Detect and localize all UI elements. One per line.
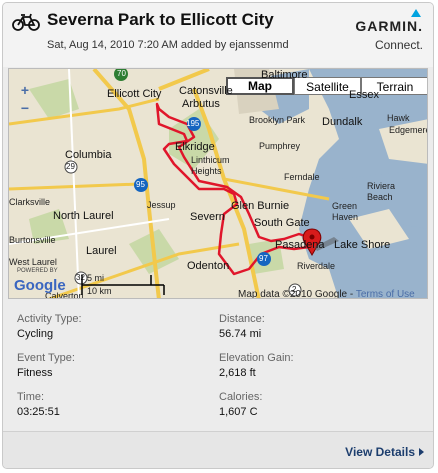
route-shield-95: 95	[136, 180, 145, 189]
powered-by-label: POWERED BY	[17, 268, 58, 274]
map-label: Edgemere	[389, 125, 428, 135]
route-map[interactable]: + − Map Satellite Terrain Ellicott City …	[8, 68, 428, 299]
activity-card: Severna Park to Ellicott City Sat, Aug 1…	[2, 2, 434, 469]
map-label: Dundalk	[322, 116, 363, 128]
scale-miles: 5 mi	[87, 273, 105, 283]
map-label: Odenton	[187, 260, 230, 272]
zoom-out-button[interactable]: −	[17, 101, 33, 117]
map-label: Laurel	[86, 245, 117, 257]
event-type-label: Event Type:	[17, 352, 75, 364]
map-label: Baltimore	[261, 69, 308, 81]
map-label: Severn	[190, 211, 225, 223]
map-label: Pasadena	[275, 239, 325, 251]
route-shield-195: 195	[186, 119, 200, 128]
map-label: Elkridge	[175, 141, 215, 153]
map-copyright: Map data ©2010 Google - Terms of Use	[238, 289, 415, 299]
map-label: Burtonsville	[9, 235, 56, 245]
copyright-text: Map data ©2010 Google -	[238, 289, 356, 299]
route-shield-70: 70	[117, 69, 126, 78]
map-label: Hawk	[387, 113, 410, 123]
map-scale: 5 mi 10 km	[81, 273, 165, 297]
calories-label: Calories:	[219, 391, 263, 403]
garmin-logo-triangle	[411, 9, 421, 17]
card-footer: View Details	[3, 431, 433, 468]
chevron-right-icon[interactable]	[419, 448, 424, 456]
distance-value: 56.74 mi	[219, 328, 262, 340]
route-shield-29: 29	[66, 162, 75, 171]
map-label: Clarksville	[9, 197, 51, 207]
map-label: South Gate	[254, 217, 310, 229]
view-details-link[interactable]: View Details	[345, 445, 415, 459]
map-label: Pumphrey	[259, 141, 301, 151]
activity-type-label: Activity Type:	[17, 313, 82, 325]
elevation-gain-value: 2,618 ft	[219, 367, 256, 379]
scale-km: 10 km	[87, 286, 112, 296]
time-label: Time:	[17, 391, 45, 403]
map-label: Lake Shore	[334, 239, 391, 251]
map-label: Riverdale	[297, 261, 336, 271]
zoom-in-button[interactable]: +	[17, 83, 33, 99]
map-label: Green Haven	[332, 201, 359, 222]
map-label: Brooklyn Park	[249, 115, 306, 125]
map-label: North Laurel	[53, 210, 114, 222]
map-label: Catonsville	[179, 85, 233, 97]
map-label: Columbia	[65, 149, 112, 161]
map-label: Essex	[349, 89, 379, 101]
map-label: Jessup	[147, 200, 176, 210]
bicycle-icon	[12, 13, 40, 31]
terms-of-use-link[interactable]: Terms of Use	[356, 289, 415, 298]
distance-label: Distance:	[219, 313, 265, 325]
map-label: West Laurel	[9, 257, 57, 267]
route-shield-97: 97	[259, 254, 268, 263]
map-label: Glen Burnie	[231, 200, 290, 212]
header: Severna Park to Ellicott City Sat, Aug 1…	[3, 3, 433, 67]
map-label: Ellicott City	[107, 88, 162, 100]
map-label: Linthicum Heights	[191, 155, 230, 176]
map-label: Arbutus	[182, 98, 220, 110]
elevation-gain-label: Elevation Gain:	[219, 352, 294, 364]
event-type-value: Fitness	[17, 367, 53, 379]
google-logo[interactable]: Google	[14, 277, 66, 294]
garmin-logo: GARMIN.	[355, 18, 423, 34]
activity-type-value: Cycling	[17, 328, 54, 340]
time-value: 03:25:51	[17, 406, 60, 418]
calories-value: 1,607 C	[219, 406, 258, 418]
map-label: Riviera Beach	[367, 181, 396, 202]
map-label: Ferndale	[284, 172, 320, 182]
activity-subtitle: Sat, Aug 14, 2010 7:20 AM added by ejans…	[47, 39, 289, 51]
garmin-connect-label: Connect.	[374, 38, 423, 52]
activity-title[interactable]: Severna Park to Ellicott City	[47, 10, 274, 30]
